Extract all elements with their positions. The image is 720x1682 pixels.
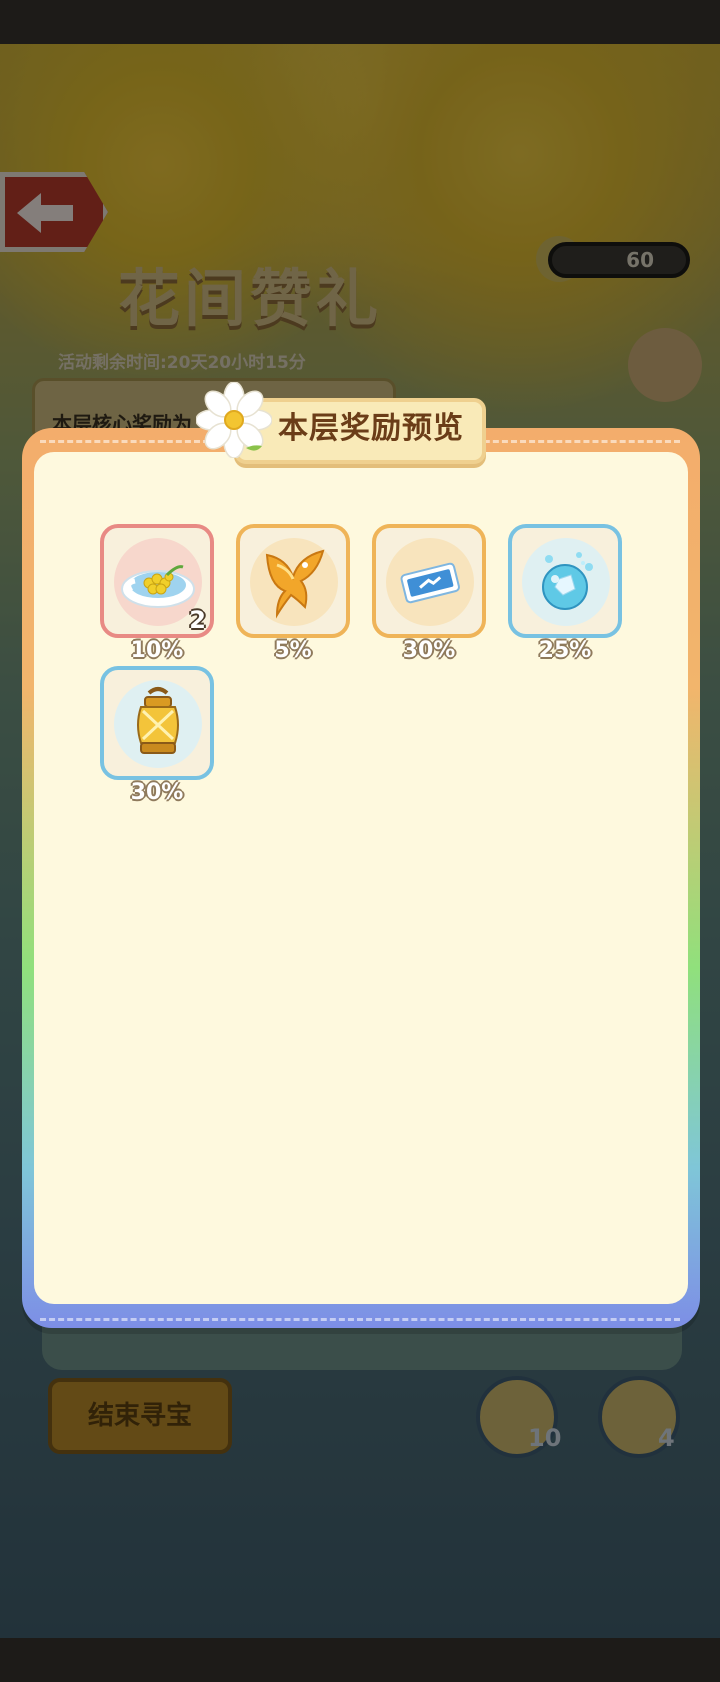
item-probability: 25% (538, 638, 592, 663)
item-probability: 10% (130, 638, 184, 663)
reward-item[interactable] (100, 666, 214, 780)
reward-item[interactable] (508, 524, 622, 638)
item-probability: 30% (402, 638, 456, 663)
lantern-icon (137, 687, 179, 754)
crystal-orb-icon (542, 552, 593, 610)
bottom-nav-bar (0, 1638, 720, 1682)
daisy-flower-icon (196, 382, 272, 458)
item-probability: 30% (130, 780, 184, 805)
item-count: 2 (189, 606, 206, 634)
reward-item[interactable] (236, 524, 350, 638)
ticket-icon (400, 562, 460, 604)
reward-item[interactable]: 2 (100, 524, 214, 638)
modal-bottom-stitch (40, 1318, 680, 1321)
reward-item[interactable] (372, 524, 486, 638)
item-probability: 5% (274, 638, 312, 663)
top-status-bar (0, 0, 720, 44)
golden-bird-icon (265, 549, 325, 619)
